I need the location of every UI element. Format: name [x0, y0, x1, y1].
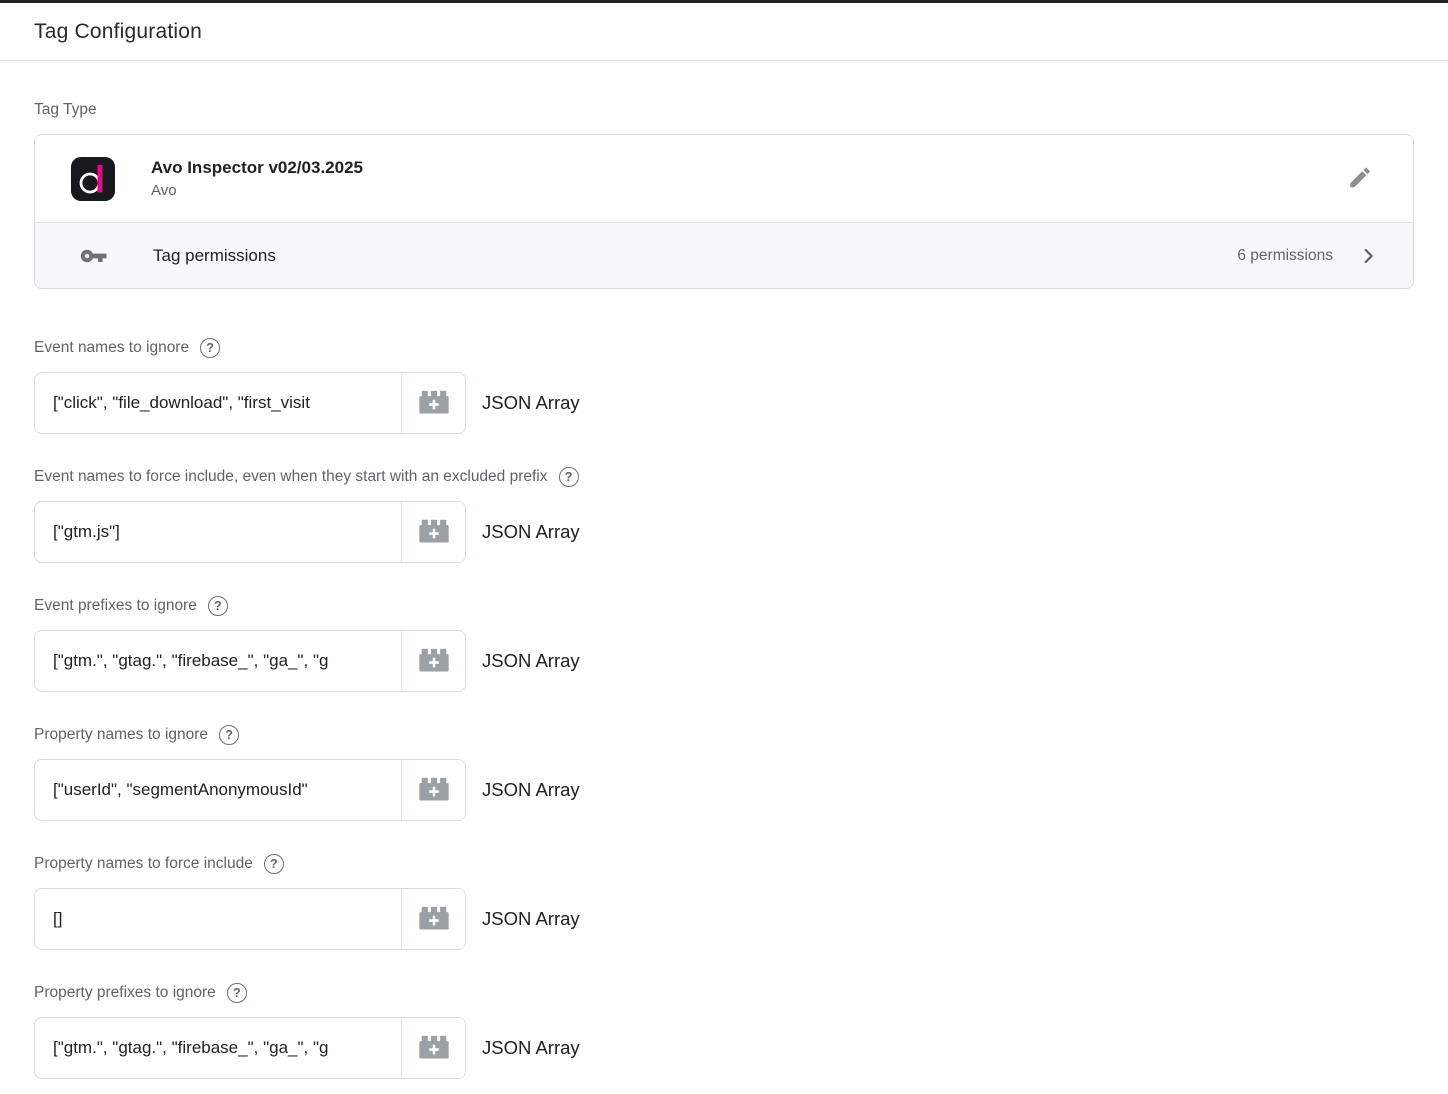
help-question-icon[interactable] [208, 596, 228, 616]
config-field: Event names to force include, even when … [34, 467, 1414, 563]
variable-brick-icon [418, 517, 450, 547]
add-variable-button[interactable] [401, 889, 465, 949]
field-input[interactable] [35, 760, 401, 820]
field-type-label: JSON Array [482, 521, 580, 543]
field-type-label: JSON Array [482, 1037, 580, 1059]
tag-type-label: Tag Type [34, 101, 1414, 119]
field-label: Event names to force include, even when … [34, 468, 548, 486]
field-label: Property prefixes to ignore [34, 984, 216, 1002]
variable-brick-icon [418, 646, 450, 676]
field-input-group [34, 630, 466, 692]
chevron-right-icon [1357, 245, 1379, 267]
config-field: Event prefixes to ignore [34, 596, 1414, 692]
edit-tag-button[interactable] [1339, 156, 1381, 201]
field-type-label: JSON Array [482, 908, 580, 930]
field-input-group [34, 501, 466, 563]
key-icon [79, 246, 109, 266]
help-question-icon[interactable] [219, 725, 239, 745]
add-variable-button[interactable] [401, 760, 465, 820]
field-input[interactable] [35, 373, 401, 433]
help-question-icon[interactable] [559, 467, 579, 487]
help-question-icon[interactable] [200, 338, 220, 358]
field-input[interactable] [35, 502, 401, 562]
variable-brick-icon [418, 904, 450, 934]
field-input-group [34, 759, 466, 821]
field-label: Property names to ignore [34, 726, 208, 744]
field-type-label: JSON Array [482, 392, 580, 414]
field-input-group [34, 1017, 466, 1079]
help-question-icon[interactable] [264, 854, 284, 874]
help-question-icon[interactable] [227, 983, 247, 1003]
field-label: Event names to ignore [34, 339, 189, 357]
add-variable-button[interactable] [401, 1018, 465, 1078]
add-variable-button[interactable] [401, 373, 465, 433]
field-input[interactable] [35, 1018, 401, 1078]
pencil-icon [1347, 164, 1373, 193]
config-field: Property names to force include [34, 854, 1414, 950]
page-header: Tag Configuration [0, 3, 1448, 61]
variable-brick-icon [418, 775, 450, 805]
field-label: Event prefixes to ignore [34, 597, 197, 615]
variable-brick-icon [418, 388, 450, 418]
tag-permissions-label: Tag permissions [153, 246, 276, 266]
config-field: Property prefixes to ignore [34, 983, 1414, 1079]
field-input-group [34, 888, 466, 950]
page-title: Tag Configuration [34, 20, 1414, 44]
add-variable-button[interactable] [401, 631, 465, 691]
permissions-count: 6 permissions [1237, 247, 1333, 265]
variable-brick-icon [418, 1033, 450, 1063]
field-label: Property names to force include [34, 855, 253, 873]
tag-name: Avo Inspector v02/03.2025 [151, 158, 363, 178]
field-input[interactable] [35, 889, 401, 949]
avo-logo-icon [71, 157, 115, 201]
add-variable-button[interactable] [401, 502, 465, 562]
field-type-label: JSON Array [482, 650, 580, 672]
config-field: Event names to ignore [34, 338, 1414, 434]
field-input-group [34, 372, 466, 434]
config-field: Property names to ignore [34, 725, 1414, 821]
field-type-label: JSON Array [482, 779, 580, 801]
field-input[interactable] [35, 631, 401, 691]
tag-vendor: Avo [151, 182, 363, 199]
field-list: Event names to ignore [34, 338, 1414, 1079]
tag-permissions-row[interactable]: Tag permissions 6 permissions [35, 222, 1413, 288]
tag-type-card-main: Avo Inspector v02/03.2025 Avo [35, 135, 1413, 222]
tag-type-card: Avo Inspector v02/03.2025 Avo Tag per [34, 134, 1414, 289]
